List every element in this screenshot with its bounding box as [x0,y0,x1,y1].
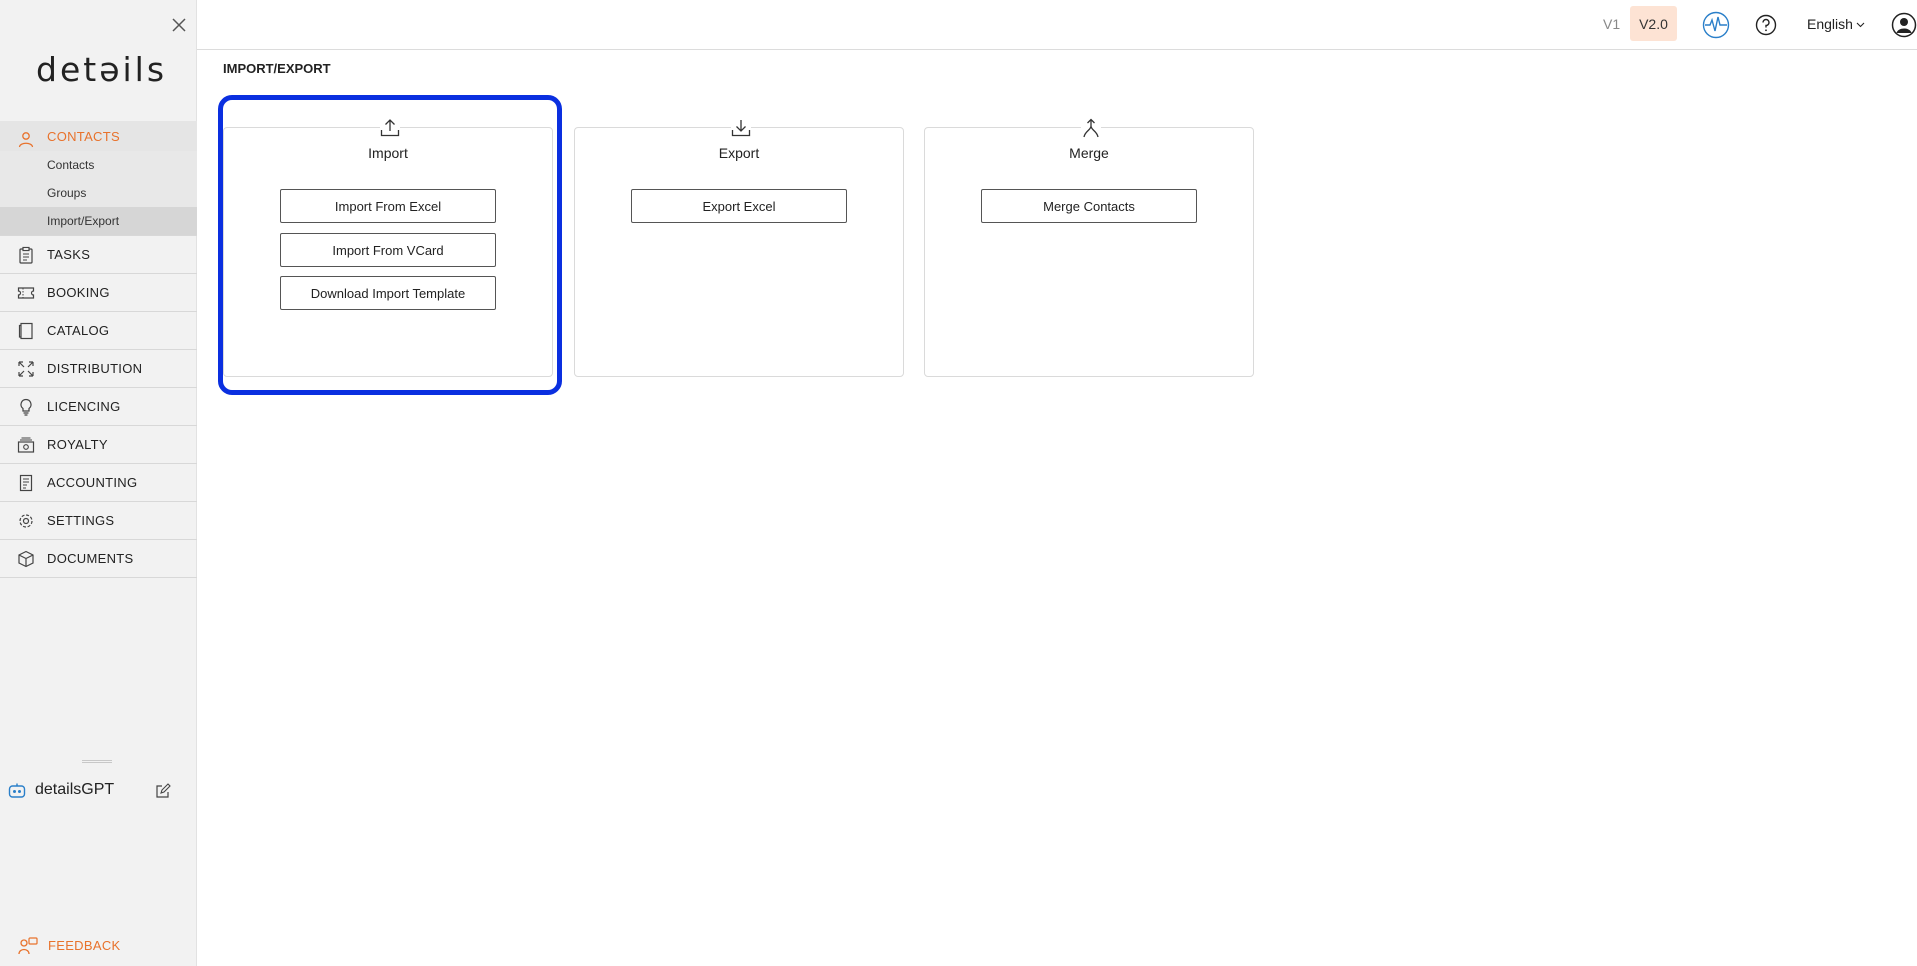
contacts-submenu: Contacts Groups Import/Export [0,151,197,236]
language-label: English [1807,16,1853,32]
sidebar-item-licencing[interactable]: LICENCING [0,388,197,426]
merge-contacts-button[interactable]: Merge Contacts [981,189,1197,223]
sidebar-item-label: CATALOG [47,323,110,338]
clipboard-icon [17,246,35,264]
book-icon [17,322,35,340]
card-title: Import [368,145,408,161]
sidebar-item-tasks[interactable]: TASKS [0,236,197,274]
details-gpt[interactable]: detailsGPT [0,776,197,806]
lightbulb-icon [17,398,35,416]
sidebar-subitem-import-export[interactable]: Import/Export [0,207,197,235]
edit-icon[interactable] [155,783,171,799]
download-import-template-button[interactable]: Download Import Template [280,276,496,310]
chevron-down-icon [1856,16,1865,32]
sidebar-item-label: ROYALTY [47,437,108,452]
sidebar: detəils CONTACTS Contacts Groups Import/… [0,0,197,966]
sidebar-subitem-groups[interactable]: Groups [0,179,197,207]
sidebar-item-label: TASKS [47,247,91,262]
sidebar-item-label: ACCOUNTING [47,475,138,490]
feedback-icon [18,937,38,955]
feedback-button[interactable]: FEEDBACK [0,933,197,959]
sidebar-item-royalty[interactable]: ROYALTY [0,426,197,464]
details-gpt-label: detailsGPT [35,781,115,798]
sidebar-item-label: LICENCING [47,399,121,414]
user-avatar-icon[interactable] [1891,12,1917,38]
person-icon [17,131,35,149]
sidebar-item-label: BOOKING [47,285,110,300]
import-card: Import Import From Excel Import From VCa… [223,118,553,377]
import-from-excel-button[interactable]: Import From Excel [280,189,496,223]
sidebar-item-label: DOCUMENTS [47,551,134,566]
feedback-label: FEEDBACK [48,938,121,953]
activity-icon[interactable] [1702,11,1730,39]
gear-icon [17,512,35,530]
sidebar-subitem-contacts[interactable]: Contacts [0,151,197,179]
import-from-vcard-button[interactable]: Import From VCard [280,233,496,267]
page-title: IMPORT/EXPORT [223,61,331,76]
export-excel-button[interactable]: Export Excel [631,189,847,223]
version-v1-toggle[interactable]: V1 [1603,16,1620,32]
robot-icon [8,782,26,800]
resize-handle[interactable] [82,760,112,763]
card-title: Export [718,145,760,161]
merge-icon [1081,118,1101,138]
sidebar-item-accounting[interactable]: ACCOUNTING [0,464,197,502]
export-card: Export Export Excel [574,118,904,377]
card-title: Merge [1069,145,1109,161]
sidebar-item-label: CONTACTS [47,128,120,144]
expand-arrows-icon [17,360,35,378]
sidebar-item-booking[interactable]: BOOKING [0,274,197,312]
language-selector[interactable]: English [1807,16,1865,32]
sidebar-nav: CONTACTS Contacts Groups Import/Export T… [0,121,197,578]
help-icon[interactable] [1755,14,1777,36]
close-icon[interactable] [170,16,188,34]
cube-icon [17,550,35,568]
sidebar-item-catalog[interactable]: CATALOG [0,312,197,350]
sidebar-item-distribution[interactable]: DISTRIBUTION [0,350,197,388]
upload-icon [380,118,400,138]
sidebar-item-label: DISTRIBUTION [47,361,143,376]
money-icon [17,436,35,454]
sidebar-item-contacts[interactable]: CONTACTS [0,121,197,151]
sidebar-item-documents[interactable]: DOCUMENTS [0,540,197,578]
top-bar: V1 V2.0 English [197,0,1917,50]
merge-card: Merge Merge Contacts [924,118,1254,377]
sidebar-item-label: SETTINGS [47,513,115,528]
version-v2-toggle[interactable]: V2.0 [1630,6,1677,41]
receipt-icon [17,474,35,492]
app-logo: detəils [36,50,168,89]
sidebar-item-settings[interactable]: SETTINGS [0,502,197,540]
ticket-icon [17,284,35,302]
download-icon [731,118,751,138]
